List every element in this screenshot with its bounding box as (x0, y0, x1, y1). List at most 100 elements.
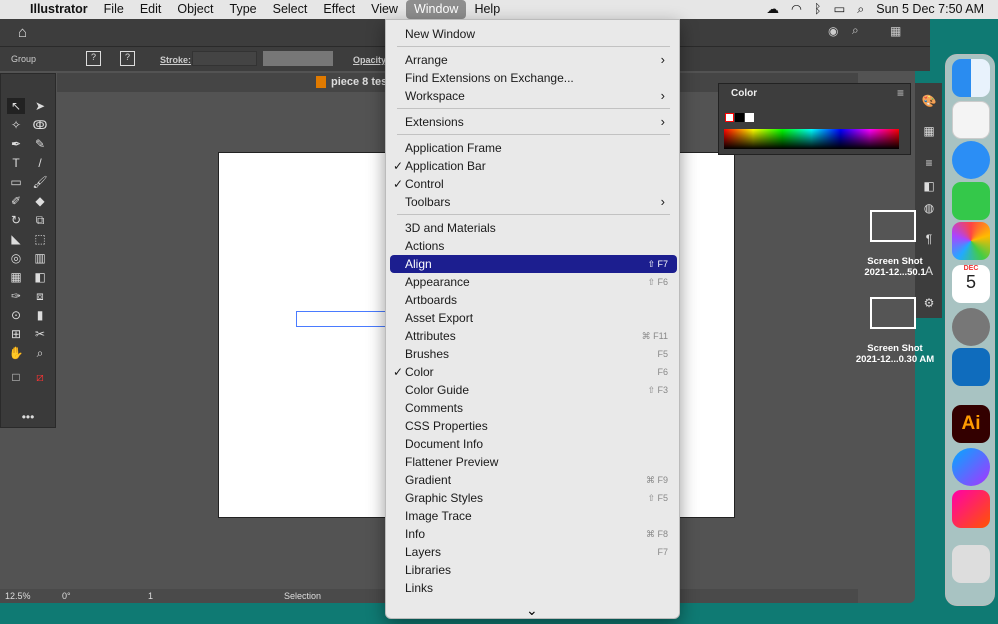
apple-icon[interactable] (0, 0, 22, 19)
color-spectrum[interactable] (724, 129, 899, 149)
creative-cloud-icon[interactable] (952, 490, 990, 528)
pen-tool[interactable]: ✒ (7, 136, 25, 152)
menu-effect[interactable]: Effect (315, 0, 363, 19)
illustrator-icon[interactable]: Ai (952, 405, 990, 443)
menu-item-graphic-styles[interactable]: Graphic Styles ⇧ F5 (390, 489, 677, 507)
desktop-file-2[interactable]: Screen Shot 2021-12...0.30 AM (855, 297, 935, 365)
clock[interactable]: Sun 5 Dec 7:50 AM (876, 0, 984, 19)
menu-item-actions[interactable]: Actions (390, 237, 677, 255)
menu-edit[interactable]: Edit (132, 0, 170, 19)
panel-menu-icon[interactable]: ≡ (897, 86, 904, 100)
messages-icon[interactable] (952, 182, 990, 220)
magic-wand-tool[interactable]: ✧ (7, 117, 25, 133)
color-panel-icon[interactable]: 🎨 (920, 93, 938, 109)
menu-help[interactable]: Help (466, 0, 508, 19)
menu-item-brushes[interactable]: Brushes F5 (390, 345, 677, 363)
messenger-icon[interactable] (952, 448, 990, 486)
menu-select[interactable]: Select (265, 0, 316, 19)
trash-icon[interactable] (952, 545, 990, 583)
stroke-weight-input[interactable] (192, 51, 257, 66)
desktop-file-1[interactable]: Screen Shot 2021-12...50.1 (855, 210, 935, 278)
menu-item-document-info[interactable]: Document Info (390, 435, 677, 453)
menu-item-find-extensions-on-exchange[interactable]: Find Extensions on Exchange... (390, 69, 677, 87)
bluetooth-icon[interactable]: ᛒ (814, 0, 822, 19)
battery-icon[interactable]: ▭ (833, 0, 845, 19)
rotate-tool[interactable]: ↻ (7, 212, 25, 228)
home-icon[interactable]: ⌂ (18, 24, 27, 41)
stroke-swatch[interactable]: ? (120, 51, 135, 66)
system-preferences-icon[interactable] (952, 308, 990, 346)
curvature-tool[interactable]: ✎ (31, 136, 49, 152)
menu-item-attributes[interactable]: Attributes ⌘ F11 (390, 327, 677, 345)
menu-item-color[interactable]: ✓ Color F6 (390, 363, 677, 381)
stroke-label[interactable]: Stroke: (160, 55, 191, 65)
scroll-down-icon[interactable]: ⌄ (526, 602, 538, 619)
menu-item-arrange[interactable]: Arrange › (390, 51, 677, 69)
menu-type[interactable]: Type (222, 0, 265, 19)
scale-tool[interactable]: ⧉ (31, 212, 49, 228)
color-panel-title[interactable]: Color (731, 88, 757, 99)
shaper-tool[interactable]: ✐ (7, 193, 25, 209)
menu-item-css-properties[interactable]: CSS Properties (390, 417, 677, 435)
photos-icon[interactable] (952, 222, 990, 260)
menu-file[interactable]: File (96, 0, 132, 19)
safari-icon[interactable] (952, 141, 990, 179)
zoom-tool[interactable]: ⌕ (31, 345, 49, 361)
menu-item-control[interactable]: ✓ Control (390, 175, 677, 193)
blend-tool[interactable]: ⧈ (31, 288, 49, 304)
rotation[interactable]: 0° (62, 591, 71, 601)
none-swatch[interactable] (725, 113, 734, 122)
fill-swatch[interactable]: ? (86, 51, 101, 66)
gradient-tool[interactable]: ◧ (31, 269, 49, 285)
menu-item-image-trace[interactable]: Image Trace (390, 507, 677, 525)
selection-tool[interactable]: ↖ (7, 98, 25, 114)
rectangle-tool[interactable]: ▭ (7, 174, 25, 190)
type-tool[interactable]: T (7, 155, 25, 171)
artboard-number[interactable]: 1 (148, 591, 153, 601)
menu-item-gradient[interactable]: Gradient ⌘ F9 (390, 471, 677, 489)
workspace-icon[interactable]: ▦ (890, 24, 901, 38)
mesh-tool[interactable]: ▦ (7, 269, 25, 285)
eyedropper-tool[interactable]: ✑ (7, 288, 25, 304)
share-icon[interactable]: ◉ (828, 24, 838, 38)
menu-item-info[interactable]: Info ⌘ F8 (390, 525, 677, 543)
black-swatch[interactable] (735, 113, 744, 122)
menu-item-toolbars[interactable]: Toolbars › (390, 193, 677, 211)
stroke-panel-icon[interactable]: ≡ (920, 155, 938, 171)
calendar-icon[interactable]: DEC 5 (952, 265, 990, 303)
menu-item-application-frame[interactable]: Application Frame (390, 139, 677, 157)
menu-item-asset-export[interactable]: Asset Export (390, 309, 677, 327)
artboard-tool[interactable]: ⊞ (7, 326, 25, 342)
eraser-tool[interactable]: ◆ (31, 193, 49, 209)
opacity-label[interactable]: Opacity: (353, 55, 389, 65)
menu-item-comments[interactable]: Comments (390, 399, 677, 417)
paintbrush-tool[interactable]: 🖌 (31, 174, 49, 190)
menu-app[interactable]: Illustrator (22, 0, 96, 19)
menu-item-application-bar[interactable]: ✓ Application Bar (390, 157, 677, 175)
menu-object[interactable]: Object (169, 0, 221, 19)
menu-item-artboards[interactable]: Artboards (390, 291, 677, 309)
white-swatch[interactable] (745, 113, 754, 122)
menu-item-3d-and-materials[interactable]: 3D and Materials (390, 219, 677, 237)
menu-item-appearance[interactable]: Appearance ⇧ F6 (390, 273, 677, 291)
fill-color[interactable]: □ (7, 369, 25, 385)
menu-item-color-guide[interactable]: Color Guide ⇧ F3 (390, 381, 677, 399)
finder-icon[interactable] (952, 59, 990, 97)
gradient-panel-icon[interactable]: ◧ (920, 178, 938, 194)
variable-width-select[interactable] (263, 51, 333, 66)
line-tool[interactable]: / (31, 155, 49, 171)
menu-item-align[interactable]: Align ⇧ F7 (390, 255, 677, 273)
slice-tool[interactable]: ✂ (31, 326, 49, 342)
free-transform-tool[interactable]: ⬚ (31, 231, 49, 247)
search-icon[interactable]: ⌕ (852, 23, 859, 38)
menu-item-links[interactable]: Links (390, 579, 677, 597)
cloud-icon[interactable]: ☁ (767, 0, 780, 19)
perspective-tool[interactable]: ▥ (31, 250, 49, 266)
shape-builder-tool[interactable]: ◎ (7, 250, 25, 266)
outlook-icon[interactable] (952, 348, 990, 386)
menu-item-flattener-preview[interactable]: Flattener Preview (390, 453, 677, 471)
menu-window[interactable]: Window (405, 0, 467, 19)
search-icon[interactable]: ⌕ (857, 0, 864, 19)
menu-view[interactable]: View (363, 0, 406, 19)
menu-item-workspace[interactable]: Workspace › (390, 87, 677, 105)
